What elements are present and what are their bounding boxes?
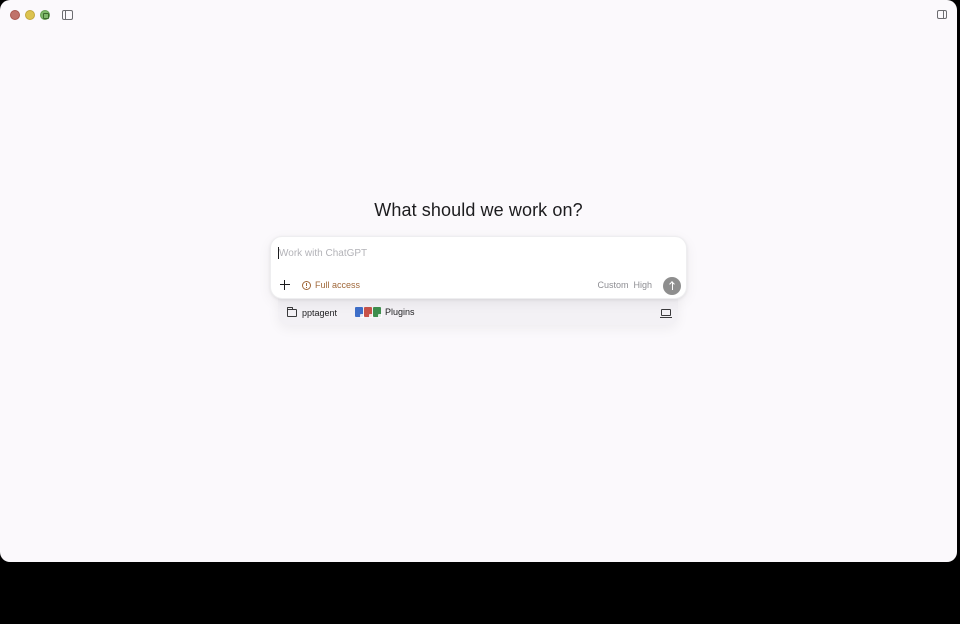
sidebar-icon[interactable] xyxy=(62,10,73,20)
plugin-spreadsheet-icon xyxy=(373,307,382,318)
app-window: What should we work on? Full access Cust… xyxy=(0,0,957,562)
send-button[interactable] xyxy=(663,277,681,295)
zoom-window-button[interactable] xyxy=(40,10,50,20)
prompt-composer: Full access Custom High xyxy=(270,236,687,299)
plugins-label: Plugins xyxy=(385,307,415,317)
full-access-label: Full access xyxy=(315,280,361,290)
laptop-icon[interactable] xyxy=(660,309,672,318)
reasoning-label: High xyxy=(633,280,652,290)
folder-selector[interactable]: pptagent xyxy=(287,307,338,318)
warning-circle-icon xyxy=(302,280,311,290)
folder-icon xyxy=(287,307,297,317)
model-label: Custom xyxy=(597,280,629,290)
context-bar: pptagent Plugins xyxy=(278,296,678,325)
plugin-icons xyxy=(355,307,382,318)
prompt-input[interactable] xyxy=(279,246,659,260)
plugin-document-icon xyxy=(355,307,364,318)
full-access-button[interactable]: Full access xyxy=(302,280,360,290)
close-window-button[interactable] xyxy=(10,10,20,20)
window-controls xyxy=(10,10,50,20)
minimize-window-button[interactable] xyxy=(25,10,35,20)
panel-right-icon[interactable] xyxy=(937,10,947,19)
plugins-button[interactable]: Plugins xyxy=(355,307,415,318)
plus-icon[interactable] xyxy=(280,280,290,290)
model-selector-button[interactable]: Custom High xyxy=(597,280,652,290)
plugin-presentation-icon xyxy=(364,307,373,318)
page-title: What should we work on? xyxy=(374,200,583,220)
folder-label: pptagent xyxy=(302,308,338,318)
